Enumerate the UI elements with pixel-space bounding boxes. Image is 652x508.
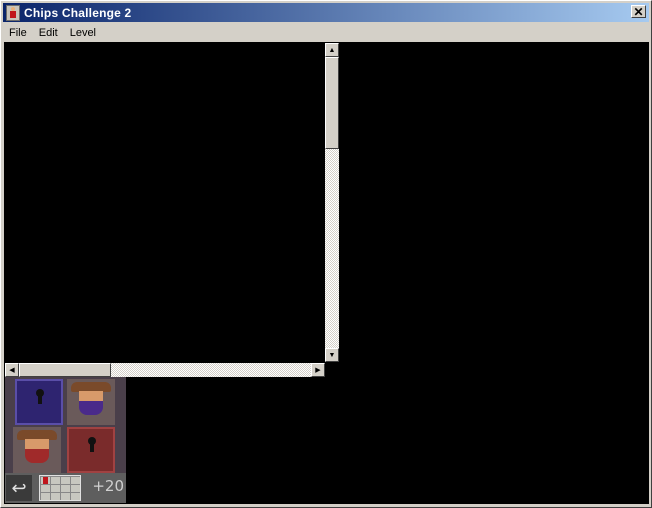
grid-floor-tile[interactable] [39,475,81,501]
keyhole-icon [88,437,96,452]
red-door-tile[interactable] [67,427,115,473]
chip-icon [43,477,48,484]
horizontal-scroll-thumb[interactable] [19,363,111,377]
arrow-right-icon: ▶ [315,366,321,374]
window-title: Chips Challenge 2 [24,5,132,20]
level-canvas[interactable]: ▲ ▼ ◀ ▶ ↩ +20 [4,42,649,504]
hook-tile[interactable]: ↩ [6,475,32,501]
title-bar[interactable]: Chips Challenge 2 ✕ [3,3,649,22]
arrow-down-icon: ▼ [328,351,336,359]
scroll-right-button[interactable]: ▶ [311,363,325,377]
close-icon: ✕ [633,4,644,19]
hook-icon: ↩ [11,478,27,498]
keyhole-icon [36,389,44,404]
scroll-down-button[interactable]: ▼ [325,348,339,362]
tile-palette[interactable]: ↩ +20 [5,377,126,503]
app-window: Chips Challenge 2 ✕ File Edit Level ▲ ▼ … [0,0,652,508]
bandit-red-mask-tile[interactable] [13,427,61,473]
palette-bottom-row: ↩ +20 [5,473,126,503]
bandit-blue-mask-tile[interactable] [67,379,115,425]
blue-door-tile[interactable] [15,379,63,425]
scroll-left-button[interactable]: ◀ [5,363,19,377]
scroll-corner [325,363,339,377]
menu-file[interactable]: File [3,27,33,39]
chip-app-icon [6,4,20,21]
arrow-left-icon: ◀ [9,366,15,374]
vertical-scrollbar[interactable]: ▲ ▼ [325,43,339,362]
scroll-up-button[interactable]: ▲ [325,43,339,57]
horizontal-scrollbar[interactable]: ◀ ▶ [5,363,325,377]
palette-count-label: +20 [92,477,124,495]
arrow-up-icon: ▲ [328,46,336,54]
menu-level[interactable]: Level [64,27,102,39]
vertical-scroll-thumb[interactable] [325,57,339,149]
menu-edit[interactable]: Edit [33,27,64,39]
menu-bar: File Edit Level [3,24,649,42]
close-button[interactable]: ✕ [631,5,646,18]
